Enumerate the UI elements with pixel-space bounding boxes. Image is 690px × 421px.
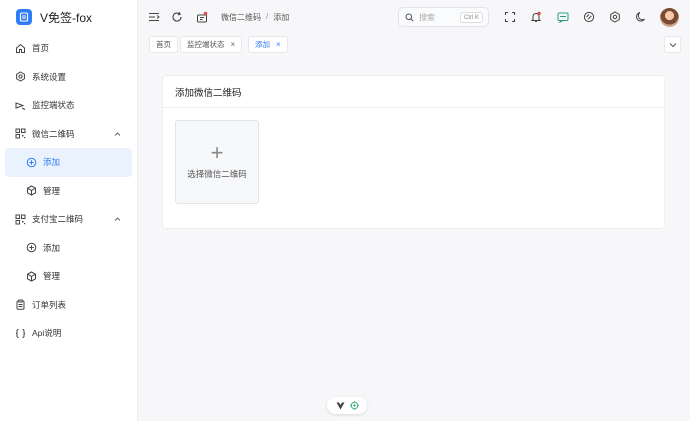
sidebar-item-home[interactable]: 首页 <box>0 34 137 63</box>
fullscreen-icon[interactable] <box>503 10 517 24</box>
sidebar-item-alipay-add[interactable]: 添加 <box>0 234 137 263</box>
sidebar-item-alipay-qr[interactable]: 支付宝二维码 <box>0 205 137 234</box>
sidebar-item-alipay-manage[interactable]: 管理 <box>0 262 137 291</box>
braces-icon <box>15 328 26 339</box>
tab-bar: 首页 监控端状态 × 添加 × <box>138 34 690 54</box>
inspector-target-icon[interactable] <box>349 401 359 410</box>
search-placeholder: 搜索 <box>419 12 435 22</box>
settings-icon <box>15 71 26 82</box>
tab-add[interactable]: 添加 × <box>248 36 288 53</box>
qrcode-icon <box>15 214 26 225</box>
breadcrumb-item[interactable]: 微信二维码 <box>221 12 261 23</box>
sidebar-item-label: 添加 <box>43 242 61 253</box>
sidebar-item-wechat-manage[interactable]: 管理 <box>0 177 137 206</box>
close-icon[interactable]: × <box>231 40 236 49</box>
layout-switch-icon[interactable] <box>195 10 209 24</box>
add-qrcode-card: 添加微信二维码 + 选择微信二维码 <box>162 75 665 229</box>
menu-toggle-icon[interactable] <box>147 10 161 24</box>
plus-icon: + <box>210 140 224 165</box>
monitor-icon <box>15 100 26 111</box>
sidebar-item-orders[interactable]: 订单列表 <box>0 291 137 320</box>
sidebar-item-label: 首页 <box>32 43 50 54</box>
sidebar-item-wechat-add[interactable]: 添加 <box>5 148 132 177</box>
home-icon <box>15 43 26 54</box>
card-title: 添加微信二维码 <box>163 76 664 108</box>
tab-label: 监控端状态 <box>187 40 225 49</box>
search-icon <box>405 13 414 22</box>
sidebar-item-label: 支付宝二维码 <box>32 214 84 225</box>
breadcrumb: 微信二维码 / 添加 <box>221 12 289 23</box>
sidebar-item-label: 微信二维码 <box>32 128 75 139</box>
app-title: V免签-fox <box>40 10 93 25</box>
brand[interactable]: V免签-fox <box>0 0 137 34</box>
theme-palette-icon[interactable] <box>582 10 596 24</box>
close-icon[interactable]: × <box>276 40 281 49</box>
sidebar-item-wechat-qr[interactable]: 微信二维码 <box>0 120 137 149</box>
tab-label: 添加 <box>255 40 270 49</box>
chevron-up-icon <box>114 216 121 222</box>
plus-circle-icon <box>26 242 37 253</box>
breadcrumb-item: 添加 <box>273 13 290 22</box>
settings-gear-icon[interactable] <box>608 10 622 24</box>
user-avatar[interactable] <box>660 8 679 27</box>
upload-qrcode-button[interactable]: + 选择微信二维码 <box>175 120 259 204</box>
upload-label: 选择微信二维码 <box>187 169 247 179</box>
sidebar-item-monitor[interactable]: 监控端状态 <box>0 91 137 120</box>
chevron-down-icon <box>669 42 677 48</box>
tab-label: 首页 <box>156 40 171 49</box>
qrcode-icon <box>15 128 26 139</box>
floating-toolbar <box>327 397 367 414</box>
vue-devtools-icon[interactable] <box>336 402 345 410</box>
sidebar-item-label: 管理 <box>43 271 61 282</box>
sidebar-item-label: Api说明 <box>32 328 62 339</box>
sidebar-item-label: 监控端状态 <box>32 100 75 111</box>
tab-home[interactable]: 首页 <box>149 36 178 53</box>
sidebar-menu: 首页 系统设置 监控端状态 微信二维码 添加 管理 支付宝二维码 添加 管理 订… <box>0 34 137 348</box>
breadcrumb-separator: / <box>266 12 269 21</box>
sidebar-item-label: 系统设置 <box>32 71 67 82</box>
sidebar-item-settings[interactable]: 系统设置 <box>0 63 137 92</box>
sidebar: V免签-fox 首页 系统设置 监控端状态 微信二维码 添加 管理 支付宝二维码… <box>0 0 138 421</box>
app-logo-icon <box>16 9 32 25</box>
top-header: 微信二维码 / 添加 搜索 Ctrl K <box>138 0 690 34</box>
search-shortcut: Ctrl K <box>460 12 483 23</box>
sidebar-item-label: 订单列表 <box>32 299 67 310</box>
tab-monitor[interactable]: 监控端状态 × <box>180 36 243 53</box>
search-input[interactable]: 搜索 Ctrl K <box>398 7 489 27</box>
chevron-up-icon <box>114 131 121 137</box>
sidebar-item-api[interactable]: Api说明 <box>0 319 137 348</box>
clipboard-icon <box>15 299 26 310</box>
sidebar-item-label: 添加 <box>43 157 61 168</box>
sidebar-item-label: 管理 <box>43 185 61 196</box>
cube-icon <box>26 271 37 282</box>
message-icon[interactable] <box>556 10 570 24</box>
notification-bell-icon[interactable] <box>529 10 543 24</box>
dark-mode-moon-icon[interactable] <box>634 10 648 24</box>
tab-menu-button[interactable] <box>664 36 681 53</box>
plus-circle-icon <box>26 157 37 168</box>
refresh-icon[interactable] <box>170 10 184 24</box>
cube-icon <box>26 185 37 196</box>
